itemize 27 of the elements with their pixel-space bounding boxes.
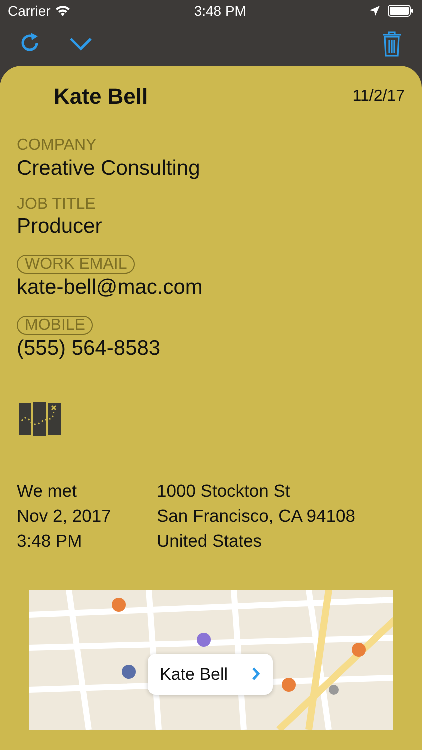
trash-icon[interactable] [382, 31, 402, 57]
carrier-label: Carrier [8, 2, 51, 20]
met-line: 3:48 PM [17, 530, 84, 553]
date-label: 11/2/17 [352, 86, 405, 106]
field-label: JOB TITLE [17, 196, 96, 214]
battery-icon [388, 5, 414, 17]
address-line: San Francisco, CA 94108 [157, 504, 356, 528]
field-value: Producer [17, 214, 102, 240]
callout-title: Kate Bell [160, 664, 228, 686]
field-value: kate-bell@mac.com [17, 275, 203, 302]
chevron-down-icon[interactable] [70, 38, 92, 50]
clock: 3:48 PM [194, 2, 246, 20]
field-label: COMPANY [17, 137, 97, 155]
met-line: We met [17, 480, 78, 503]
field-label: WORK EMAIL [17, 254, 136, 274]
map-callout[interactable]: Kate Bell [148, 654, 274, 696]
address-line: 1000 Stockton St [157, 480, 292, 503]
field-label: MOBILE [17, 316, 94, 336]
address-line: United States [157, 530, 264, 553]
contact-name: Kate Bell [54, 83, 148, 111]
wifi-icon [54, 5, 71, 17]
field-value: (555) 564-8583 [17, 336, 161, 362]
met-line: Nov 2, 2017 [17, 504, 112, 528]
field-value: Creative Consulting [17, 156, 200, 182]
treasure-map-icon[interactable] [17, 400, 63, 437]
chevron-right-icon[interactable] [252, 667, 262, 682]
location-arrow-icon [370, 6, 380, 16]
